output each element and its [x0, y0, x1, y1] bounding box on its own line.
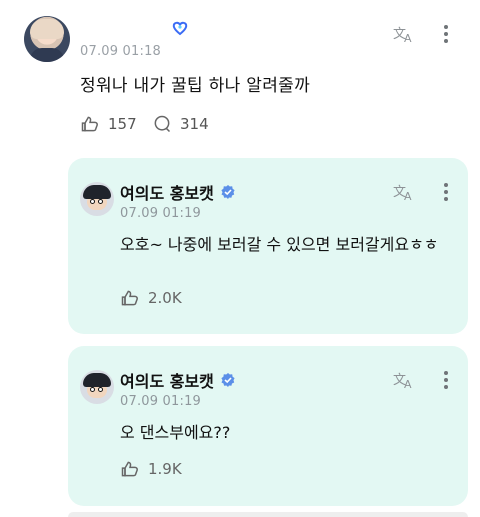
- heart-badge-icon: [172, 21, 188, 36]
- avatar-eye: [98, 199, 103, 204]
- post-text: 정워나 내가 꿀팁 하나 알려줄까: [80, 76, 311, 96]
- comment-button[interactable]: 314: [152, 114, 209, 134]
- avatar-eye: [90, 387, 95, 392]
- reply-author[interactable]: 여의도 홍보캣: [120, 368, 236, 392]
- avatar-hair: [83, 373, 111, 387]
- avatar[interactable]: [24, 16, 70, 62]
- svg-text:A: A: [404, 190, 412, 203]
- avatar[interactable]: [80, 182, 114, 216]
- avatar-hair: [30, 19, 64, 39]
- reply-time: 07.09 01:19: [120, 394, 202, 409]
- reply-author[interactable]: 여의도 홍보캣: [120, 180, 236, 204]
- post-time: 07.09 01:18: [80, 44, 162, 59]
- reply-author-name: 여의도 홍보캣: [120, 372, 214, 391]
- reply-text: 오 댄스부에요??: [120, 423, 231, 442]
- avatar-hair: [83, 185, 111, 199]
- avatar-shirt: [30, 48, 64, 62]
- translate-icon[interactable]: 文 A: [392, 368, 416, 392]
- svg-text:A: A: [404, 378, 412, 391]
- like-icon: [121, 290, 138, 306]
- like-button[interactable]: 157: [80, 114, 137, 134]
- reply-time: 07.09 01:19: [120, 206, 202, 221]
- like-count: 2.0K: [148, 289, 182, 307]
- reply-card-2: 여의도 홍보캣 07.09 01:19 오 댄스부에요?? 文 A 1.9K: [68, 346, 468, 506]
- verified-icon: [221, 373, 235, 387]
- translate-icon[interactable]: 文 A: [392, 22, 416, 46]
- translate-icon[interactable]: 文 A: [392, 180, 416, 204]
- next-card-edge: [68, 512, 468, 517]
- verified-icon: [221, 185, 235, 199]
- like-count: 1.9K: [148, 460, 182, 478]
- like-icon: [121, 461, 138, 477]
- more-vertical-icon[interactable]: [434, 22, 458, 46]
- avatar[interactable]: [80, 370, 114, 404]
- comment-icon: [154, 115, 171, 133]
- reply-author-name: 여의도 홍보캣: [120, 184, 214, 203]
- more-vertical-icon[interactable]: [434, 180, 458, 204]
- svg-text:A: A: [404, 32, 412, 45]
- comment-count: 314: [180, 115, 209, 133]
- reply-card-1: 여의도 홍보캣 07.09 01:19 오호~ 나중에 보러갈 수 있으면 보러…: [68, 158, 468, 334]
- avatar-eye: [98, 387, 103, 392]
- like-icon: [81, 116, 98, 132]
- avatar-eye: [90, 199, 95, 204]
- like-button[interactable]: 2.0K: [120, 288, 182, 308]
- more-vertical-icon[interactable]: [434, 368, 458, 392]
- reply-text: 오호~ 나중에 보러갈 수 있으면 보러갈게요ㅎㅎ: [120, 235, 439, 254]
- main-post: 07.09 01:18 정워나 내가 꿀팁 하나 알려줄까 文 A 157 31…: [0, 0, 480, 150]
- like-count: 157: [108, 115, 137, 133]
- like-button[interactable]: 1.9K: [120, 459, 182, 479]
